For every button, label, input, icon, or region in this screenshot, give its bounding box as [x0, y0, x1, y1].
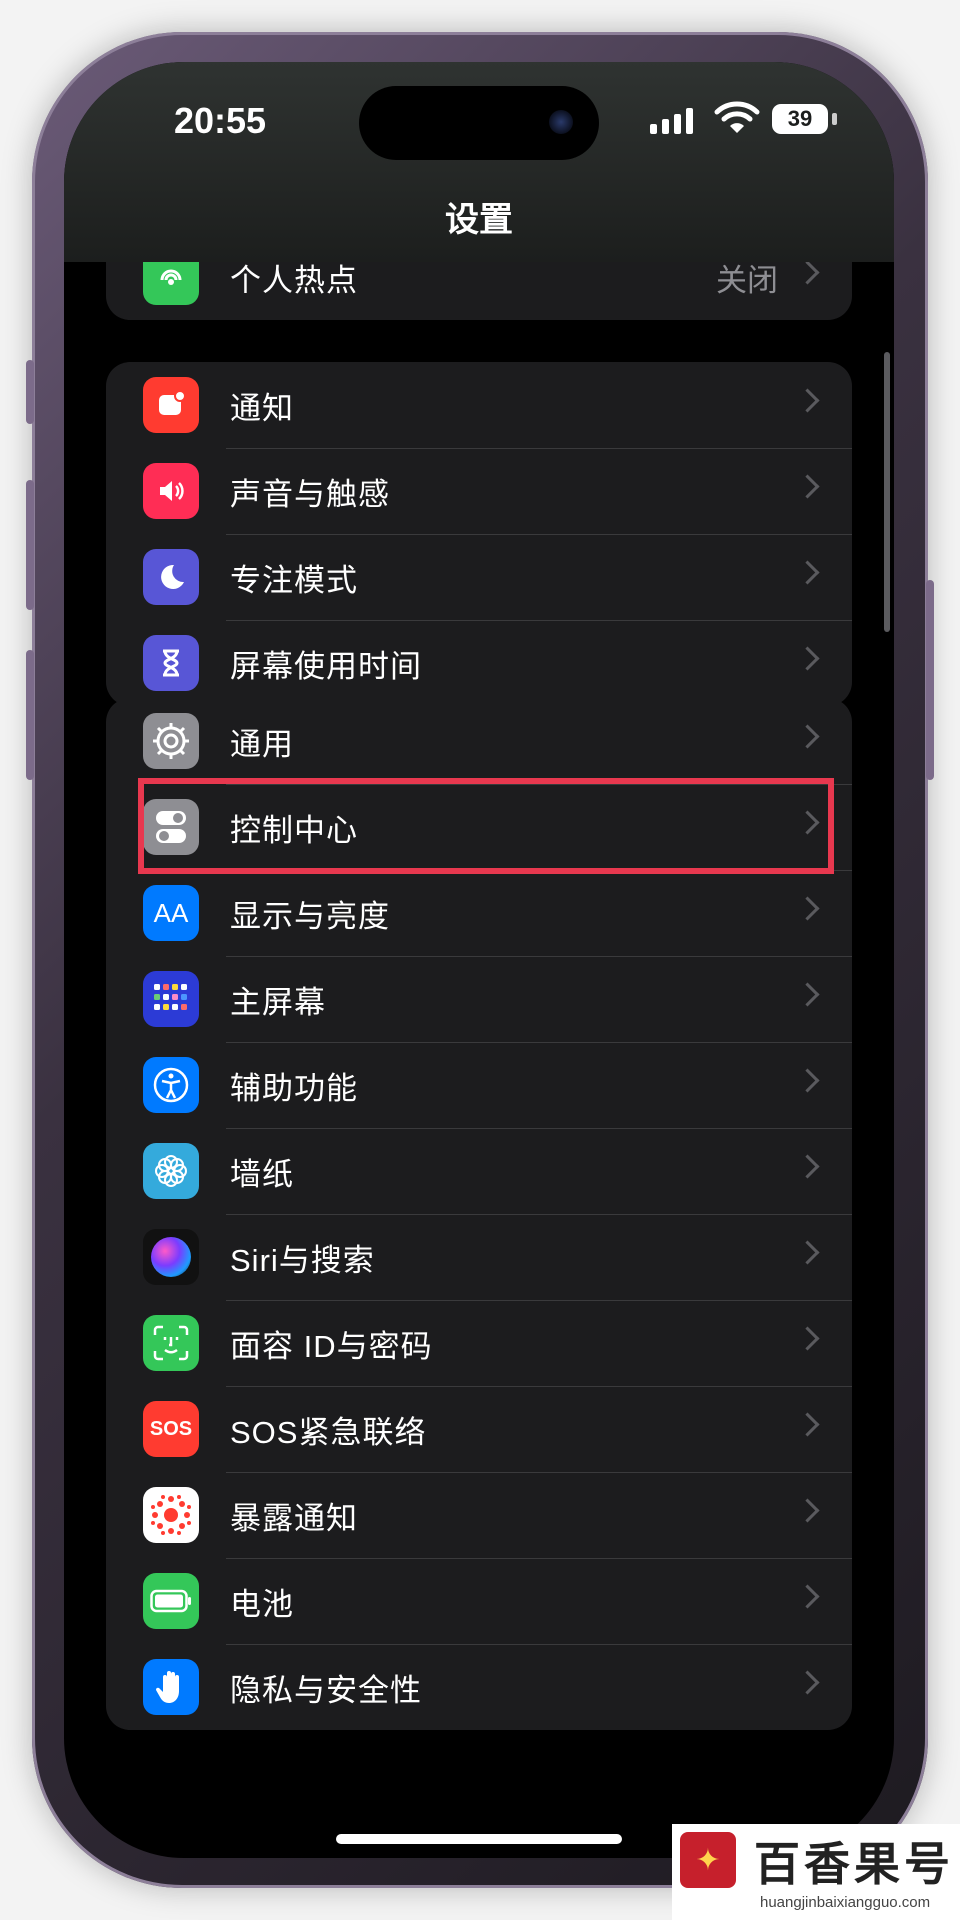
- chevron-right-icon: [795, 982, 820, 1007]
- watermark: ✦ 百香果号 huangjinbaixiangguo.com: [672, 1824, 960, 1920]
- row-display[interactable]: AA 显示与亮度: [106, 870, 852, 956]
- exposure-icon: [143, 1487, 199, 1543]
- chevron-right-icon: [795, 646, 820, 671]
- row-exposure-notifications[interactable]: 暴露通知: [106, 1472, 852, 1558]
- battery-level: 39: [787, 106, 813, 131]
- row-label: 辅助功能: [230, 1070, 358, 1106]
- sos-icon: SOS: [143, 1401, 199, 1457]
- row-label: 暴露通知: [230, 1500, 358, 1536]
- phone-screen: 个人热点 关闭 通知 声音与触感 专注模式 屏幕使用时间 通用 控制中心 AA …: [64, 62, 894, 1858]
- volume-down-button: [26, 650, 34, 780]
- home-grid-icon: [143, 971, 199, 1027]
- group-notifications: 通知 声音与触感 专注模式 屏幕使用时间: [106, 362, 852, 706]
- row-screen-time[interactable]: 屏幕使用时间: [106, 620, 852, 706]
- highlight-annotation: [138, 778, 834, 874]
- text-size-icon: AA: [143, 885, 199, 941]
- chevron-right-icon: [795, 1326, 820, 1351]
- icon-text: SOS: [149, 1417, 193, 1440]
- page-title: 设置: [445, 201, 513, 239]
- row-label: SOS紧急联络: [230, 1414, 427, 1450]
- dynamic-island: [359, 86, 599, 160]
- row-label: Siri与搜索: [230, 1242, 375, 1278]
- flower-icon: [143, 1143, 199, 1199]
- row-wallpaper[interactable]: 墙纸: [106, 1128, 852, 1214]
- battery-icon: [143, 1573, 199, 1629]
- row-label: 专注模式: [230, 562, 358, 598]
- chevron-right-icon: [795, 388, 820, 413]
- notification-icon: [143, 377, 199, 433]
- sound-icon: [143, 463, 199, 519]
- status-time: 20:55: [174, 100, 267, 141]
- row-label: 面容 ID与密码: [230, 1328, 433, 1364]
- row-label: 通知: [230, 390, 294, 426]
- chevron-right-icon: [795, 1068, 820, 1093]
- brand-logo-icon: ✦: [680, 1832, 736, 1888]
- moon-icon: [143, 549, 199, 605]
- accessibility-icon: [143, 1057, 199, 1113]
- chevron-right-icon: [795, 474, 820, 499]
- action-button: [26, 360, 34, 424]
- face-id-icon: [143, 1315, 199, 1371]
- volume-up-button: [26, 480, 34, 610]
- row-siri[interactable]: Siri与搜索: [106, 1214, 852, 1300]
- gear-icon: [143, 713, 199, 769]
- battery-tip: [832, 113, 837, 125]
- row-label: 墙纸: [230, 1156, 294, 1192]
- wifi-icon: [714, 101, 760, 133]
- power-button: [926, 580, 934, 780]
- battery-status-icon: 39: [772, 104, 828, 134]
- row-battery[interactable]: 电池: [106, 1558, 852, 1644]
- scroll-indicator: [884, 352, 890, 632]
- row-label: 主屏幕: [230, 984, 326, 1020]
- row-label: 屏幕使用时间: [230, 648, 422, 684]
- cellular-signal-icon: [650, 108, 693, 134]
- watermark-url: huangjinbaixiangguo.com: [760, 1894, 931, 1911]
- row-label: 显示与亮度: [230, 898, 390, 934]
- row-label: 隐私与安全性: [230, 1672, 422, 1708]
- row-privacy[interactable]: 隐私与安全性: [106, 1644, 852, 1730]
- row-general[interactable]: 通用: [106, 698, 852, 784]
- chevron-right-icon: [795, 560, 820, 585]
- chevron-right-icon: [795, 896, 820, 921]
- row-focus[interactable]: 专注模式: [106, 534, 852, 620]
- hourglass-icon: [143, 635, 199, 691]
- status-bar: 20:55 39 设置: [64, 62, 894, 262]
- row-notifications[interactable]: 通知: [106, 362, 852, 448]
- row-home-screen[interactable]: 主屏幕: [106, 956, 852, 1042]
- row-label: 通用: [230, 726, 294, 762]
- chevron-right-icon: [795, 1154, 820, 1179]
- row-face-id[interactable]: 面容 ID与密码: [106, 1300, 852, 1386]
- home-indicator[interactable]: [336, 1834, 622, 1844]
- chevron-right-icon: [795, 1670, 820, 1695]
- watermark-brand: 百香果号: [754, 1837, 954, 1891]
- row-label: 声音与触感: [230, 476, 390, 512]
- settings-list: 个人热点 关闭 通知 声音与触感 专注模式 屏幕使用时间 通用 控制中心 AA …: [64, 62, 894, 1858]
- row-emergency-sos[interactable]: SOS SOS紧急联络: [106, 1386, 852, 1472]
- chevron-right-icon: [795, 724, 820, 749]
- chevron-right-icon: [795, 260, 820, 285]
- row-label: 电池: [230, 1586, 294, 1622]
- chevron-right-icon: [795, 1412, 820, 1437]
- chevron-right-icon: [795, 1240, 820, 1265]
- icon-text: AA: [153, 897, 189, 928]
- siri-icon: [143, 1229, 199, 1285]
- row-accessibility[interactable]: 辅助功能: [106, 1042, 852, 1128]
- row-sounds[interactable]: 声音与触感: [106, 448, 852, 534]
- chevron-right-icon: [795, 1584, 820, 1609]
- hand-icon: [143, 1659, 199, 1715]
- chevron-right-icon: [795, 1498, 820, 1523]
- camera-icon: [549, 110, 573, 134]
